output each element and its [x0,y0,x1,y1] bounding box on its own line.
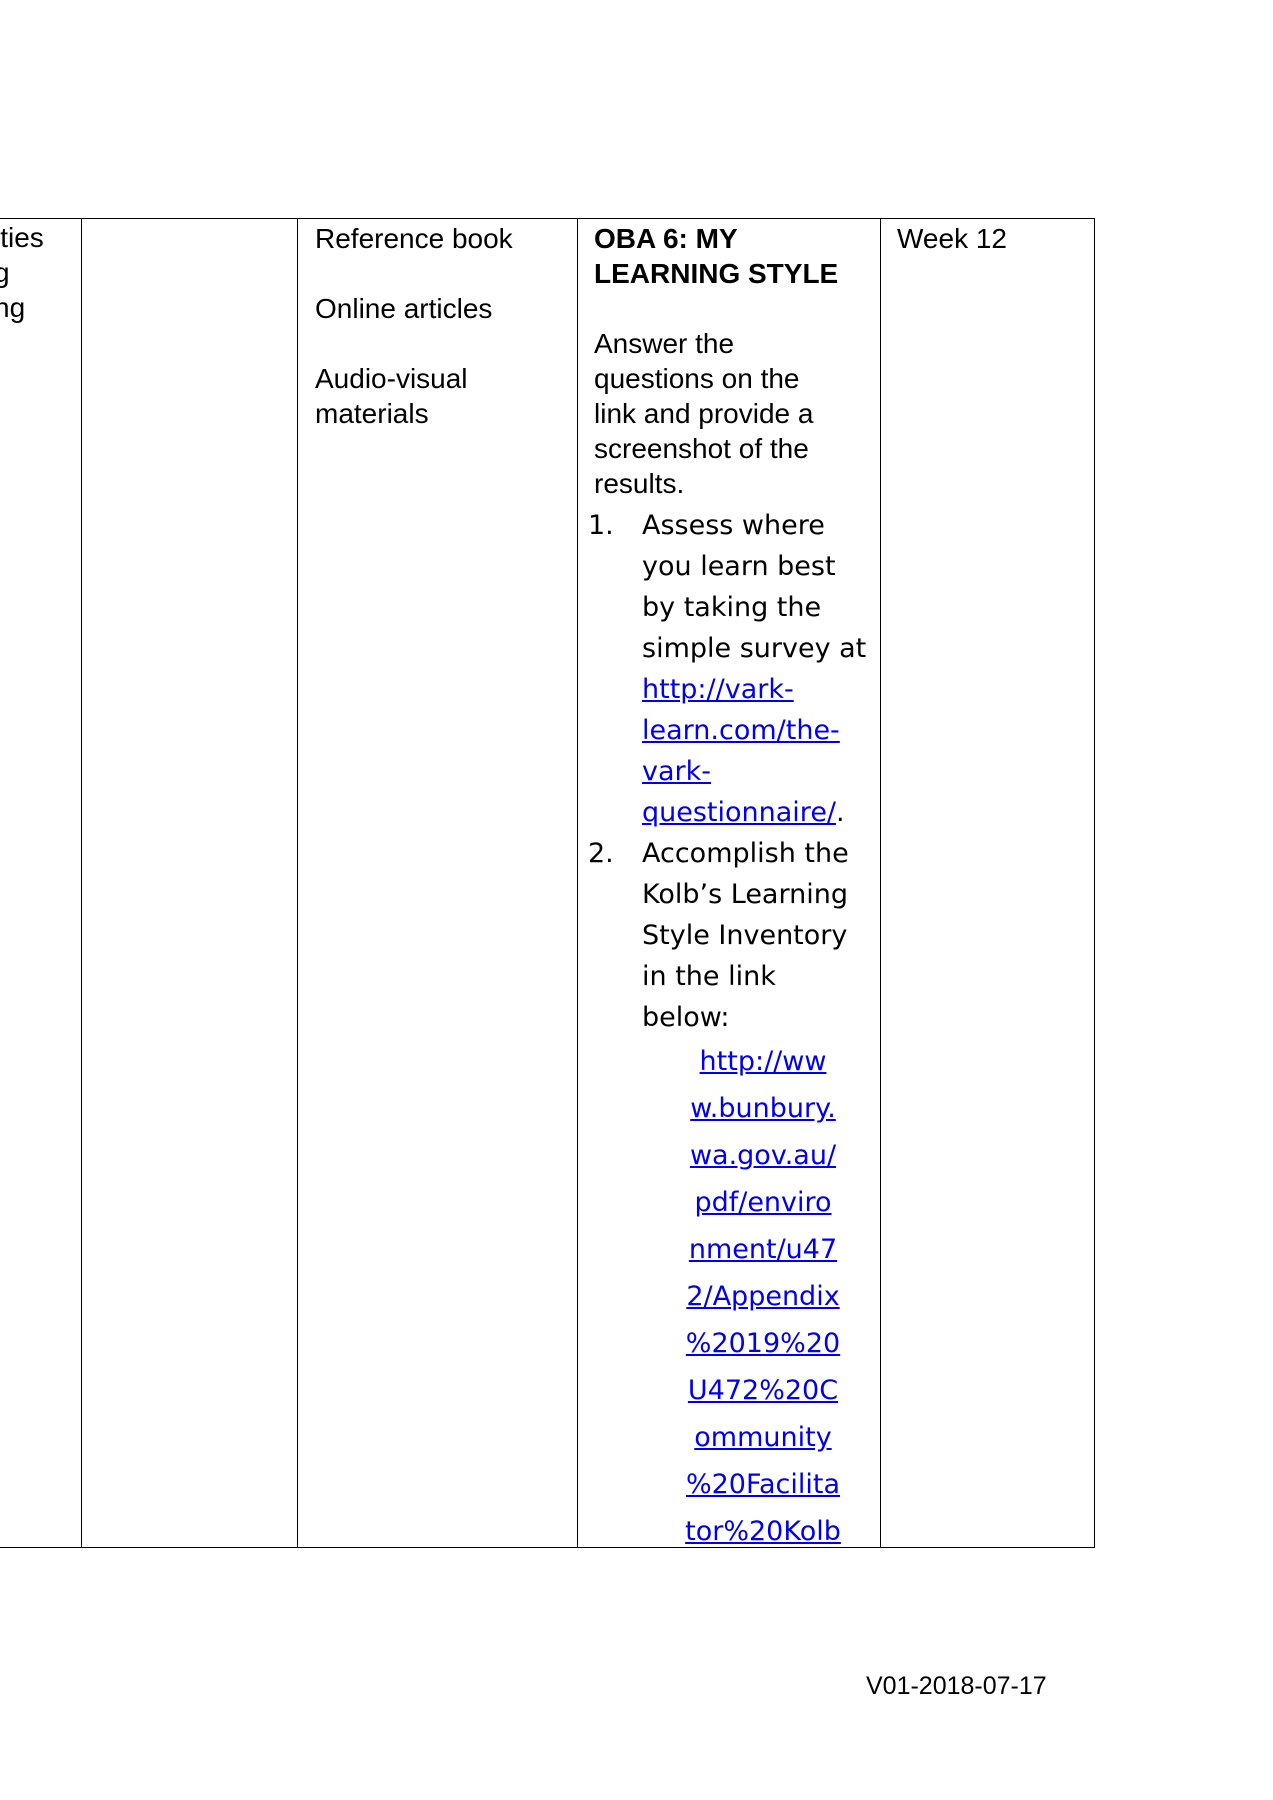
clipped-text-line: g [0,257,10,288]
step-text-line: Style Inventory [642,920,848,951]
step-item: 2. Accomplish the Kolb’s Learning Style In… [588,833,874,1548]
schedule-cell: Week 12 [881,218,1094,1548]
activity-instructions: Answer the questions on the link and provi… [594,326,874,501]
resource-item: Audio-visual materials [315,363,468,429]
link-line: vark- [642,751,874,792]
step-text-line: you learn best [642,551,836,582]
link-line: nment/u47 [652,1226,874,1273]
kolb-link-text[interactable]: http://ww [700,1046,827,1077]
document-version: V01-2018-07-17 [866,1672,1047,1700]
step-number: 2. [588,838,614,869]
link-line: pdf/enviro [652,1179,874,1226]
link-line: U472%20C [652,1367,874,1414]
resources-cell: Reference book Online articles Audio-vis… [298,218,577,1548]
clipped-column-cell: ities g ng [0,218,81,1548]
link-line: 2/Appendix [652,1273,874,1320]
trailing-period: . [836,797,845,828]
activity-heading: OBA 6: MY LEARNING STYLE [594,223,839,289]
resource-item: Reference book [315,223,513,254]
kolb-link-text[interactable]: nment/u47 [689,1234,837,1265]
step-text: Assess where you learn best by taking the s… [642,505,874,669]
kolb-link-text[interactable]: ommunity [694,1422,831,1453]
step-number: 1. [588,510,614,541]
table-right-border [1094,218,1095,1548]
step-text: Accomplish the Kolb’s Learning Style Inven… [642,833,874,1038]
kolb-link-text[interactable]: wa.gov.au/ [690,1140,836,1171]
link-line: http://vark- [642,669,874,710]
kolb-link-text[interactable]: 2/Appendix [686,1281,839,1312]
week-label: Week 12 [897,223,1007,254]
clipped-text: ities g ng [0,220,44,325]
activity-steps: 1. Assess where you learn best by taking t… [588,505,874,1548]
step-text-line: Kolb’s Learning [642,879,848,910]
link-line: %20Facilita [652,1461,874,1508]
link-line: learn.com/the- [642,710,874,751]
step-text-line: Assess where [642,510,825,541]
instruction-line: screenshot of the [594,433,809,464]
kolb-link-text[interactable]: %2019%20 [686,1328,840,1359]
kolb-link-text[interactable]: tor%20Kolb [685,1516,841,1547]
kolb-link-text[interactable]: U472%20C [688,1375,838,1406]
activity-cell: OBA 6: MY LEARNING STYLE Answer the quest… [578,218,880,1548]
instruction-line: results. [594,468,685,499]
survey-link-text[interactable]: learn.com/the- [642,715,840,746]
kolb-link-text[interactable]: %20Facilita [686,1469,840,1500]
link-line: http://ww [652,1038,874,1085]
step-text-line: Accomplish the [642,838,849,869]
empty-cell [82,218,297,1548]
link-line: ommunity [652,1414,874,1461]
clipped-text-line: ities [0,222,44,253]
instruction-line: link and provide a [594,398,814,429]
link-line: w.bunbury. [652,1085,874,1132]
link-line: questionnaire/. [642,792,874,833]
survey-link[interactable]: http://vark-learn.com/the-vark-questionn… [642,669,874,833]
kolb-link-text[interactable]: pdf/enviro [694,1187,831,1218]
kolb-inventory-link[interactable]: http://ww w.bunbury. wa.gov.au/pdf/enviro n… [652,1038,874,1548]
link-line: tor%20Kolb [652,1508,874,1548]
step-item: 1. Assess where you learn best by taking t… [588,505,874,833]
lesson-plan-table: ities g ng Reference book Online articles … [0,218,1095,1548]
survey-link-text[interactable]: http://vark- [642,674,794,705]
step-text-line: simple survey at [642,633,867,664]
instruction-line: questions on the [594,363,800,394]
link-line: wa.gov.au/ [652,1132,874,1179]
step-text-line: below: [642,1002,730,1033]
step-text-line: by taking the [642,592,822,623]
clipped-text-line: ng [0,292,26,323]
survey-link-text[interactable]: vark- [642,756,711,787]
survey-link-text[interactable]: questionnaire/ [642,797,836,828]
link-line: %2019%20 [652,1320,874,1367]
kolb-link-text[interactable]: w.bunbury. [690,1093,836,1124]
step-text-line: in the link [642,961,776,992]
resource-item: Online articles [315,293,493,324]
instruction-line: Answer the [594,328,735,359]
